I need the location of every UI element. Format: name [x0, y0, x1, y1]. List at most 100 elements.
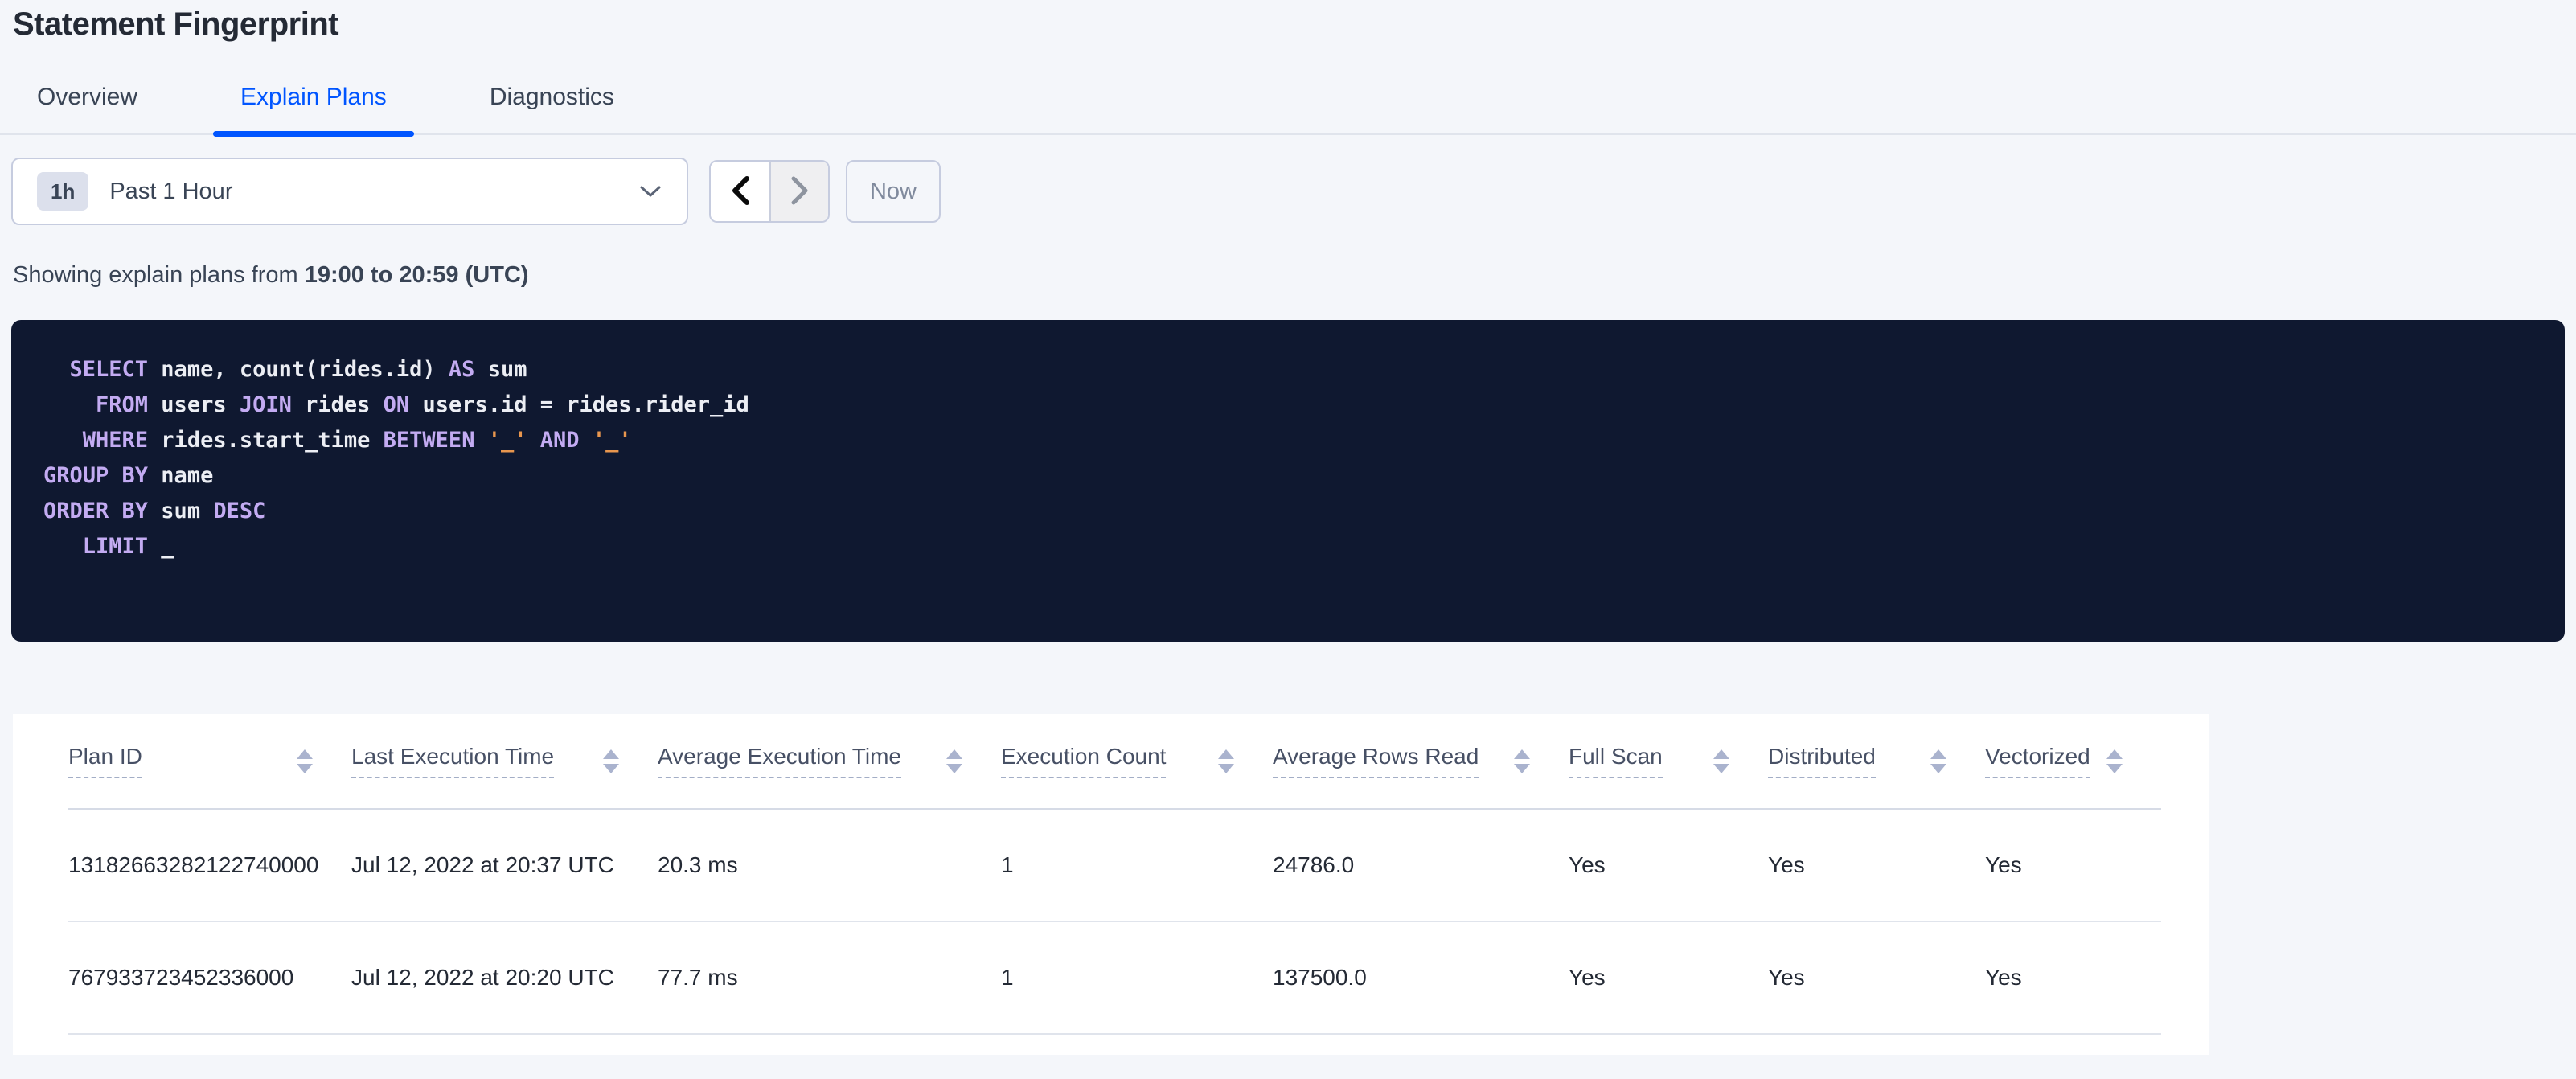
sql-text: _ — [148, 534, 174, 559]
sort-asc-icon — [297, 749, 313, 759]
column-header-inner: Last Execution Time — [351, 744, 658, 778]
status-line-range: 19:00 to 20:59 (UTC) — [304, 262, 529, 288]
sort-asc-icon — [1218, 749, 1234, 759]
sort-desc-icon — [1218, 763, 1234, 773]
table-header-row: Plan ID Last Execution Time Average Execut… — [68, 714, 2161, 810]
sort-arrows-icon[interactable] — [2106, 749, 2123, 773]
sql-text: rides.start_time — [148, 428, 384, 453]
tab-explain-plans[interactable]: Explain Plans — [213, 61, 414, 137]
sql-keyword: WHERE — [43, 428, 149, 453]
sort-arrows-icon[interactable] — [946, 749, 962, 773]
time-nav-group — [709, 160, 830, 223]
sort-asc-icon — [1930, 749, 1946, 759]
column-header-last-execution-time[interactable]: Last Execution Time — [351, 714, 658, 810]
column-header-label[interactable]: Distributed — [1768, 744, 1876, 778]
next-time-button[interactable] — [769, 162, 828, 221]
sql-line: ORDER BY sum DESC — [43, 494, 2533, 529]
time-controls: 1h Past 1 Hour Now — [11, 158, 941, 225]
sql-text: rides — [291, 392, 384, 417]
time-range-badge: 1h — [37, 172, 89, 211]
chevron-down-icon — [638, 183, 662, 199]
sql-keyword: FROM — [43, 392, 149, 417]
plans-table: Plan ID Last Execution Time Average Execut… — [68, 714, 2161, 1035]
column-header-label[interactable]: Last Execution Time — [351, 744, 555, 778]
sort-desc-icon — [946, 763, 962, 773]
cell-full-scan: Yes — [1569, 921, 1768, 1035]
column-header-execution-count[interactable]: Execution Count — [1001, 714, 1273, 810]
tab-overview[interactable]: Overview — [10, 61, 165, 133]
sort-arrows-icon[interactable] — [297, 749, 313, 773]
column-header-average-execution-time[interactable]: Average Execution Time — [658, 714, 1001, 810]
cell-last-execution-time: Jul 12, 2022 at 20:20 UTC — [351, 921, 658, 1035]
column-header-average-rows-read[interactable]: Average Rows Read — [1273, 714, 1569, 810]
sort-asc-icon — [2106, 749, 2123, 759]
column-header-inner: Average Execution Time — [658, 744, 1001, 778]
column-header-distributed[interactable]: Distributed — [1768, 714, 1985, 810]
column-header-label[interactable]: Average Rows Read — [1273, 744, 1479, 778]
sql-line: SELECT name, count(rides.id) AS sum — [43, 352, 2533, 388]
sql-line: WHERE rides.start_time BETWEEN '_' AND '… — [43, 423, 2533, 458]
sql-statement: SELECT name, count(rides.id) AS sum FROM… — [43, 352, 2533, 564]
tab-diagnostics[interactable]: Diagnostics — [462, 61, 642, 133]
column-header-inner: Vectorized — [1985, 744, 2161, 778]
sort-asc-icon — [1514, 749, 1530, 759]
sort-arrows-icon[interactable] — [1713, 749, 1729, 773]
sql-keyword: BETWEEN — [383, 428, 475, 453]
time-range-label: Past 1 Hour — [109, 178, 233, 204]
sql-keyword: ON — [383, 392, 410, 417]
column-header-inner: Average Rows Read — [1273, 744, 1569, 778]
sort-asc-icon — [603, 749, 619, 759]
status-line-prefix: Showing explain plans from — [13, 262, 305, 288]
cell-vectorized: Yes — [1985, 809, 2161, 922]
column-header-label[interactable]: Full Scan — [1569, 744, 1663, 778]
sort-arrows-icon[interactable] — [603, 749, 619, 773]
cell-distributed: Yes — [1768, 809, 1985, 922]
sql-text: users — [148, 392, 240, 417]
sort-desc-icon — [297, 763, 313, 773]
sql-literal: '_' — [592, 428, 632, 453]
cell-average-execution-time: 20.3 ms — [658, 809, 1001, 922]
column-header-plan-id[interactable]: Plan ID — [68, 714, 351, 810]
table-row[interactable]: 13182663282122740000 Jul 12, 2022 at 20:3… — [68, 809, 2161, 922]
chevron-right-icon — [789, 174, 811, 209]
sort-arrows-icon[interactable] — [1218, 749, 1234, 773]
column-header-label[interactable]: Execution Count — [1001, 744, 1167, 778]
sql-text: sum — [474, 357, 527, 382]
cell-last-execution-time: Jul 12, 2022 at 20:37 UTC — [351, 809, 658, 922]
sort-asc-icon — [946, 749, 962, 759]
cell-average-rows-read: 24786.0 — [1273, 809, 1569, 922]
sql-keyword: SELECT — [43, 357, 149, 382]
prev-time-button[interactable] — [711, 162, 769, 221]
sql-literal: '_' — [487, 428, 527, 453]
time-range-dropdown[interactable]: 1h Past 1 Hour — [11, 158, 688, 225]
sql-line: FROM users JOIN rides ON users.id = ride… — [43, 388, 2533, 423]
column-header-label[interactable]: Plan ID — [68, 744, 142, 778]
sort-asc-icon — [1713, 749, 1729, 759]
sql-keyword: JOIN — [239, 392, 292, 417]
column-header-label[interactable]: Vectorized — [1985, 744, 2090, 778]
sql-text: name — [148, 463, 214, 488]
sort-desc-icon — [1713, 763, 1729, 773]
sort-desc-icon — [1514, 763, 1530, 773]
sql-text: sum — [148, 498, 214, 523]
sort-desc-icon — [1930, 763, 1946, 773]
tabs-bar: Overview Explain Plans Diagnostics — [0, 61, 2576, 137]
sort-arrows-icon[interactable] — [1930, 749, 1946, 773]
cell-distributed: Yes — [1768, 921, 1985, 1035]
cell-vectorized: Yes — [1985, 921, 2161, 1035]
cell-average-execution-time: 77.7 ms — [658, 921, 1001, 1035]
now-button[interactable]: Now — [846, 160, 941, 223]
column-header-inner: Plan ID — [68, 744, 351, 778]
sql-text: users.id = rides.rider_id — [409, 392, 749, 417]
status-line: Showing explain plans from 19:00 to 20:5… — [13, 262, 529, 289]
table-row[interactable]: 767933723452336000 Jul 12, 2022 at 20:20 … — [68, 921, 2161, 1035]
column-header-label[interactable]: Average Execution Time — [658, 744, 901, 778]
column-header-full-scan[interactable]: Full Scan — [1569, 714, 1768, 810]
column-header-vectorized[interactable]: Vectorized — [1985, 714, 2161, 810]
sql-keyword: GROUP BY — [43, 463, 149, 488]
sort-arrows-icon[interactable] — [1514, 749, 1530, 773]
cell-average-rows-read: 137500.0 — [1273, 921, 1569, 1035]
cell-full-scan: Yes — [1569, 809, 1768, 922]
